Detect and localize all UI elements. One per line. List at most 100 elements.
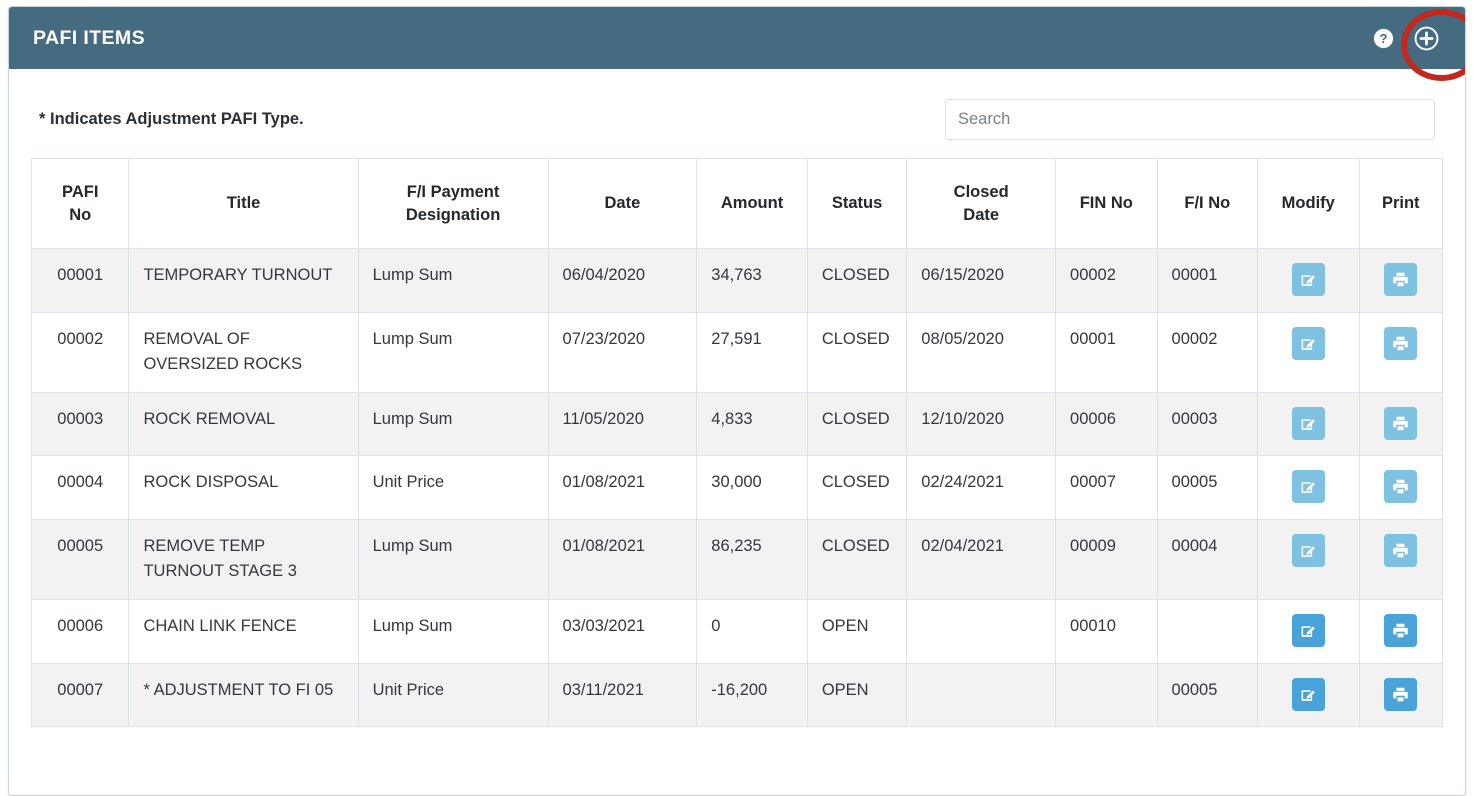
fi-payment-designation-cell: Unit Price (357, 662, 549, 728)
amount-cell: 27,591 (696, 311, 808, 393)
title-cell: ROCK DISPOSAL (128, 455, 359, 520)
edit-square-icon (1299, 541, 1318, 560)
fin-no-cell: 00009 (1055, 518, 1158, 600)
table-row: 00007 * ADJUSTMENT TO FI 05 Unit Price 03/1… (30, 662, 1444, 728)
fi-payment-designation-cell: Lump Sum (357, 391, 549, 457)
status-cell: OPEN (806, 662, 908, 728)
modify-cell (1257, 311, 1360, 393)
title-cell: ROCK REMOVAL (128, 391, 359, 457)
fi-no-cell: 00003 (1156, 391, 1259, 457)
date-cell: 03/03/2021 (547, 598, 698, 664)
header-line: Designation (405, 205, 501, 224)
closed-date-cell (906, 662, 1057, 728)
closed-date-cell: 02/04/2021 (906, 518, 1057, 600)
modify-button[interactable] (1291, 613, 1325, 647)
column-header-pafi-no: PAFI No (30, 158, 130, 249)
table-row: 00006 CHAIN LINK FENCE Lump Sum 03/03/2021 0… (30, 598, 1444, 664)
modify-button[interactable] (1291, 406, 1325, 440)
print-button[interactable] (1384, 533, 1418, 567)
pafi-no-cell: 00002 (30, 311, 130, 393)
fi-payment-designation-cell: Lump Sum (357, 248, 549, 313)
column-header-date: Date (547, 158, 698, 249)
fin-no-cell (1055, 662, 1158, 728)
fin-no-cell: 00010 (1055, 598, 1158, 664)
date-cell: 07/23/2020 (547, 311, 698, 393)
print-button[interactable] (1384, 326, 1418, 360)
panel-body: * Indicates Adjustment PAFI Type. PAFI N… (9, 69, 1465, 728)
closed-date-cell (906, 598, 1057, 664)
table-head: PAFI No Title F/I Payment Designation Da… (30, 158, 1444, 249)
pafi-items-panel: PAFI ITEMS ? * Indicates Adjustment PAFI… (8, 6, 1466, 796)
fi-no-cell: 00004 (1156, 518, 1259, 600)
title-cell: REMOVE TEMP TURNOUT STAGE 3 (128, 518, 359, 600)
print-cell (1358, 391, 1444, 457)
printer-icon (1391, 621, 1410, 640)
print-cell (1358, 598, 1444, 664)
amount-cell: 34,763 (696, 248, 808, 313)
status-cell: OPEN (806, 598, 908, 664)
column-header-modify: Modify (1257, 158, 1360, 249)
pafi-no-cell: 00001 (30, 248, 130, 313)
status-cell: CLOSED (806, 455, 908, 520)
modify-cell (1257, 248, 1360, 313)
table-header-row: PAFI No Title F/I Payment Designation Da… (30, 158, 1444, 249)
modify-cell (1257, 455, 1360, 520)
header-line: Date (604, 194, 641, 213)
header-line: F/I Payment (406, 183, 500, 202)
modify-button[interactable] (1291, 533, 1325, 567)
print-button[interactable] (1384, 613, 1418, 647)
amount-cell: -16,200 (696, 662, 808, 728)
date-cell: 03/11/2021 (547, 662, 698, 728)
print-button[interactable] (1384, 677, 1418, 711)
closed-date-cell: 02/24/2021 (906, 455, 1057, 520)
search-input[interactable] (945, 99, 1435, 140)
status-cell: CLOSED (806, 391, 908, 457)
panel-header: PAFI ITEMS ? (9, 7, 1465, 69)
print-button[interactable] (1384, 470, 1418, 504)
fi-no-cell: 00001 (1156, 248, 1259, 313)
print-cell (1358, 662, 1444, 728)
header-line: No (69, 205, 92, 224)
print-cell (1358, 248, 1444, 313)
fin-no-cell: 00002 (1055, 248, 1158, 313)
page-title: PAFI ITEMS (33, 26, 145, 49)
modify-button[interactable] (1291, 326, 1325, 360)
header-line: Closed (953, 183, 1009, 202)
fi-no-cell: 00005 (1156, 455, 1259, 520)
printer-icon (1391, 477, 1410, 496)
edit-square-icon (1299, 414, 1318, 433)
fi-payment-designation-cell: Lump Sum (357, 311, 549, 393)
header-line: FIN No (1079, 194, 1133, 213)
print-button[interactable] (1384, 406, 1418, 440)
modify-button[interactable] (1291, 263, 1325, 296)
print-button[interactable] (1384, 263, 1418, 296)
column-header-fin-no: FIN No (1055, 158, 1158, 249)
modify-cell (1257, 598, 1360, 664)
plus-circle-icon[interactable] (1414, 26, 1439, 51)
printer-icon (1391, 334, 1410, 353)
fi-no-cell: 00005 (1156, 662, 1259, 728)
table-row: 00003 ROCK REMOVAL Lump Sum 11/05/2020 4,833… (30, 391, 1444, 457)
modify-cell (1257, 518, 1360, 600)
amount-cell: 30,000 (696, 455, 808, 520)
fi-no-cell (1156, 598, 1259, 664)
pafi-no-cell: 00004 (30, 455, 130, 520)
header-line: F/I No (1184, 194, 1231, 213)
modify-button[interactable] (1291, 470, 1325, 504)
edit-square-icon (1299, 270, 1318, 289)
table-toolbar: * Indicates Adjustment PAFI Type. (31, 69, 1443, 158)
table-row: 00001 TEMPORARY TURNOUT Lump Sum 06/04/2020… (30, 248, 1444, 313)
date-cell: 01/08/2021 (547, 455, 698, 520)
title-cell: REMOVAL OF OVERSIZED ROCKS (128, 311, 359, 393)
help-circle-icon[interactable]: ? (1373, 28, 1394, 49)
closed-date-cell: 06/15/2020 (906, 248, 1057, 313)
modify-button[interactable] (1291, 677, 1325, 711)
status-cell: CLOSED (806, 311, 908, 393)
fin-no-cell: 00001 (1055, 311, 1158, 393)
header-line: Title (226, 194, 261, 213)
table-row: 00004 ROCK DISPOSAL Unit Price 01/08/2021 30… (30, 455, 1444, 520)
header-line: Date (963, 205, 1000, 224)
column-header-title: Title (128, 158, 359, 249)
column-header-print: Print (1358, 158, 1444, 249)
fin-no-cell: 00007 (1055, 455, 1158, 520)
